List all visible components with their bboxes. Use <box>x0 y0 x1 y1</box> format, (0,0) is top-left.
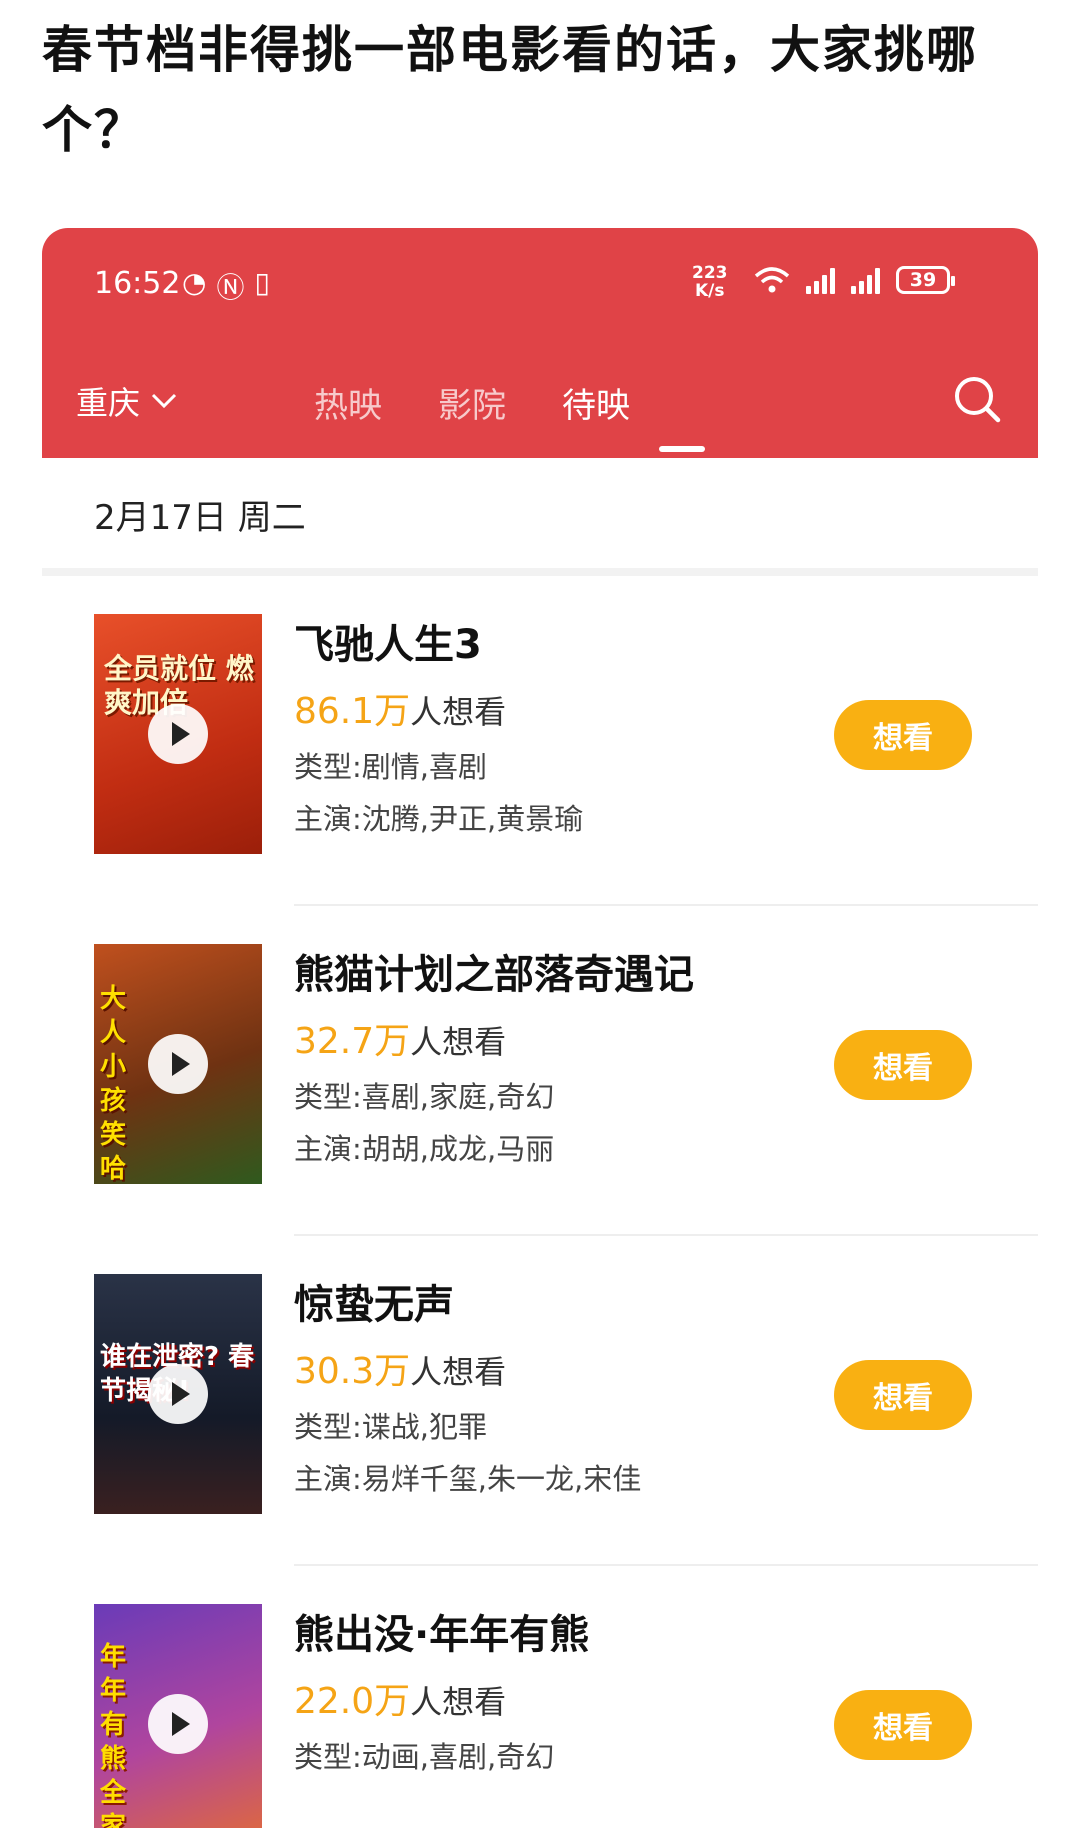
want-suffix: 人想看 <box>410 1683 507 1721</box>
want-count-number: 86.1万 <box>294 691 411 732</box>
movie-poster[interactable]: 年年有熊 全家爱看 <box>94 1604 262 1828</box>
play-icon[interactable] <box>148 1364 208 1424</box>
movie-item[interactable]: 全员就位 燃爽加倍 飞驰人生3 86.1万人想看 类型:剧情,喜剧 主演:沈腾,… <box>42 576 1038 906</box>
active-tab-indicator <box>659 446 705 452</box>
want-button[interactable]: 想看 <box>834 1690 972 1760</box>
want-count: 32.7万人想看 <box>294 1012 506 1064</box>
tab-cinemas[interactable]: 影院 <box>438 378 506 427</box>
movie-genre: 类型:剧情,喜剧 <box>294 750 487 784</box>
post-title: 春节档非得挑一部电影看的话，大家挑哪个？ <box>42 21 978 159</box>
movie-title[interactable]: 惊蛰无声 <box>294 1272 454 1330</box>
date-label: 2月17日 周二 <box>94 498 306 538</box>
movie-title[interactable]: 熊猫计划之部落奇遇记 <box>294 942 694 1000</box>
net-speed-unit: K/s <box>694 281 725 301</box>
city-selector[interactable]: 重庆 <box>76 378 178 424</box>
poster-caption: 大人小孩 笑哈哈 <box>100 984 127 1184</box>
chevron-down-icon <box>151 393 177 409</box>
battery-icon: 39 <box>896 266 955 294</box>
want-suffix: 人想看 <box>410 1023 507 1061</box>
play-icon[interactable] <box>148 704 208 764</box>
app-header: 16:52 ◔ Ⓝ ▯ 223 K/s 39 重庆 热映 影院 待映 <box>42 228 1038 458</box>
movie-poster[interactable]: 谁在泄密? 春节揭秘! <box>94 1274 262 1514</box>
want-count: 86.1万人想看 <box>294 682 506 734</box>
signal-icon-2 <box>851 266 880 294</box>
tab-now-showing[interactable]: 热映 <box>314 378 382 427</box>
app-screenshot: 16:52 ◔ Ⓝ ▯ 223 K/s 39 重庆 热映 影院 待映 2月17日… <box>42 228 1038 1828</box>
status-time: 16:52 <box>94 266 181 301</box>
signal-icon-1 <box>806 266 835 294</box>
city-label: 重庆 <box>76 384 141 422</box>
movie-genre: 类型:谍战,犯罪 <box>294 1410 487 1444</box>
want-count-number: 22.0万 <box>294 1681 411 1722</box>
net-speed-value: 223 <box>692 263 728 283</box>
poster-caption: 年年有熊 全家爱看 <box>100 1642 127 1828</box>
movie-title[interactable]: 飞驰人生3 <box>294 612 482 670</box>
want-button[interactable]: 想看 <box>834 1030 972 1100</box>
play-icon[interactable] <box>148 1034 208 1094</box>
search-icon[interactable] <box>950 372 1004 426</box>
movie-cast: 主演:胡胡,成龙,马丽 <box>294 1132 555 1166</box>
movie-poster[interactable]: 大人小孩 笑哈哈 <box>94 944 262 1184</box>
movie-item[interactable]: 年年有熊 全家爱看 熊出没·年年有熊 22.0万人想看 类型:动画,喜剧,奇幻 … <box>42 1566 1038 1828</box>
want-button[interactable]: 想看 <box>834 1360 972 1430</box>
nfc-icon: Ⓝ <box>216 271 245 304</box>
play-icon[interactable] <box>148 1694 208 1754</box>
movie-genre: 类型:喜剧,家庭,奇幻 <box>294 1080 555 1114</box>
net-speed: 223 K/s <box>692 264 728 300</box>
want-count: 22.0万人想看 <box>294 1672 506 1724</box>
want-suffix: 人想看 <box>410 1353 507 1391</box>
want-button[interactable]: 想看 <box>834 700 972 770</box>
wifi-icon <box>754 267 790 293</box>
section-divider <box>42 568 1038 576</box>
speedometer-icon: ◔ <box>182 266 207 299</box>
movie-cast: 主演:沈腾,尹正,黄景瑜 <box>294 802 584 836</box>
want-count: 30.3万人想看 <box>294 1342 506 1394</box>
tab-coming-soon[interactable]: 待映 <box>562 378 630 427</box>
status-icons-left: ◔ Ⓝ ▯ <box>182 266 270 306</box>
movie-title[interactable]: 熊出没·年年有熊 <box>294 1602 589 1660</box>
top-nav: 重庆 热映 影院 待映 <box>42 368 1038 452</box>
vibrate-icon: ▯ <box>254 266 270 299</box>
movie-item[interactable]: 大人小孩 笑哈哈 熊猫计划之部落奇遇记 32.7万人想看 类型:喜剧,家庭,奇幻… <box>42 906 1038 1236</box>
want-suffix: 人想看 <box>410 693 507 731</box>
movie-cast: 主演:易烊千玺,朱一龙,宋佳 <box>294 1462 642 1496</box>
movie-poster[interactable]: 全员就位 燃爽加倍 <box>94 614 262 854</box>
want-count-number: 32.7万 <box>294 1021 411 1062</box>
status-bar: 16:52 ◔ Ⓝ ▯ 223 K/s 39 <box>42 228 1038 338</box>
status-icons-right: 39 <box>754 266 955 294</box>
movie-item[interactable]: 谁在泄密? 春节揭秘! 惊蛰无声 30.3万人想看 类型:谍战,犯罪 主演:易烊… <box>42 1236 1038 1566</box>
want-count-number: 30.3万 <box>294 1351 411 1392</box>
movie-genre: 类型:动画,喜剧,奇幻 <box>294 1740 555 1774</box>
